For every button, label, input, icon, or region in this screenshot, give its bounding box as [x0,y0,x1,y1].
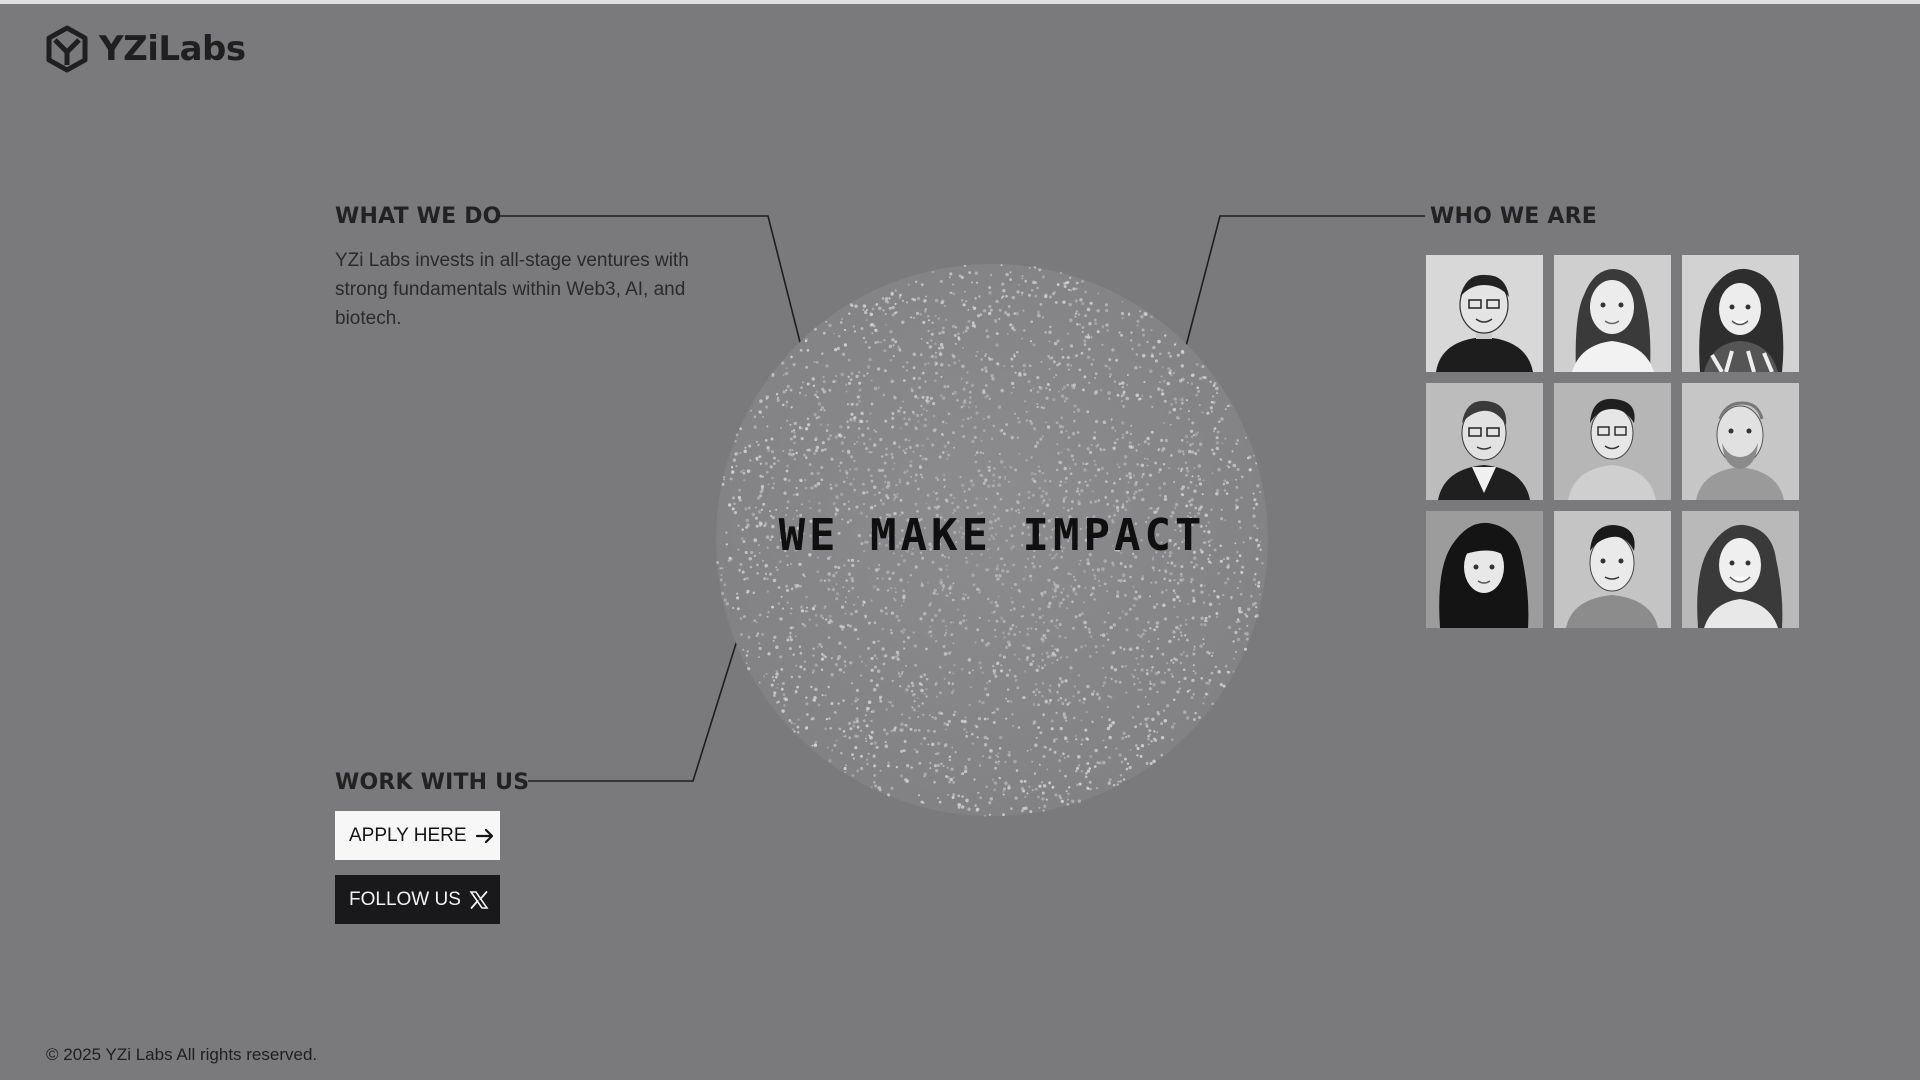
portrait-image [1682,383,1799,500]
team-portrait[interactable] [1554,255,1671,372]
team-portrait[interactable] [1682,383,1799,500]
who-we-are-title: WHO WE ARE [1430,204,1597,229]
team-grid [1426,255,1799,628]
team-portrait[interactable] [1682,511,1799,628]
team-portrait[interactable] [1554,511,1671,628]
portrait-image [1682,511,1799,628]
team-portrait[interactable] [1554,383,1671,500]
team-portrait[interactable] [1426,255,1543,372]
logo-text: YZiLabs [99,29,246,69]
apply-here-label: APPLY HERE [349,824,467,846]
apply-here-button[interactable]: APPLY HERE [335,811,500,860]
portrait-image [1554,511,1671,628]
follow-us-button[interactable]: FOLLOW US [335,875,500,924]
team-portrait[interactable] [1426,511,1543,628]
footer-copyright: © 2025 YZi Labs All rights reserved. [46,1045,318,1064]
follow-us-label: FOLLOW US [349,888,461,910]
yzilabs-logo-icon [46,25,88,73]
portrait-image [1426,511,1543,628]
x-logo-icon [469,890,489,909]
logo-link[interactable]: YZiLabs [45,25,246,73]
portrait-image [1426,383,1543,500]
top-border [0,0,1920,4]
hero-headline: WE MAKE IMPACT [778,510,1206,561]
team-portrait[interactable] [1682,255,1799,372]
portrait-image [1554,383,1671,500]
team-portrait[interactable] [1426,383,1543,500]
portrait-image [1682,255,1799,372]
arrow-right-icon [475,828,493,843]
work-with-us-title: WORK WITH US [335,770,530,795]
portrait-image [1426,255,1543,372]
portrait-image [1554,255,1671,372]
what-we-do-title: WHAT WE DO [335,204,502,229]
what-we-do-description: YZi Labs invests in all-stage ventures w… [335,250,689,329]
page: YZiLabs WHAT WE DO YZi Labs invests in a… [0,0,1920,1080]
